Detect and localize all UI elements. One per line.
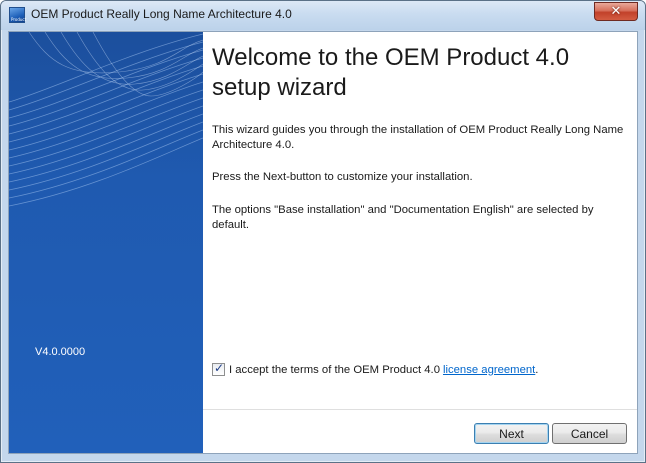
license-accept-row: ✓ I accept the terms of the OEM Product … [212,361,539,376]
instruction-text: Press the Next-button to customize your … [212,171,473,183]
side-banner: V4.0.0000 [9,32,203,453]
app-icon: Product [9,7,27,23]
wizard-body: V4.0.0000 Welcome to the OEM Product 4.0… [8,31,638,454]
accept-license-suffix: . [535,363,539,376]
cancel-button[interactable]: Cancel [552,423,627,444]
next-button[interactable]: Next [474,423,549,444]
app-icon-label: Product [11,17,27,22]
button-bar: Next Cancel [203,409,637,453]
setup-wizard-window: Product OEM Product Really Long Name Arc… [0,0,646,463]
license-agreement-link[interactable]: license agreement [443,364,535,376]
window-title: OEM Product Really Long Name Architectur… [31,7,292,21]
title-bar[interactable]: Product OEM Product Really Long Name Arc… [1,1,645,30]
content-area: Welcome to the OEM Product 4.0 setup wiz… [203,32,637,409]
page-title: Welcome to the OEM Product 4.0 setup wiz… [212,44,570,101]
wave-lines-graphic [9,32,203,207]
default-options-text: The options "Base installation" and "Doc… [212,204,594,231]
accept-license-label[interactable]: I accept the terms of the OEM Product 4.… [229,364,440,376]
checkmark-icon: ✓ [214,361,225,375]
accept-license-checkbox[interactable]: ✓ [212,361,225,376]
version-label: V4.0.0000 [35,346,86,358]
intro-text: This wizard guides you through the insta… [212,124,624,151]
close-icon: ✕ [610,4,622,19]
close-button[interactable]: ✕ [594,2,638,21]
